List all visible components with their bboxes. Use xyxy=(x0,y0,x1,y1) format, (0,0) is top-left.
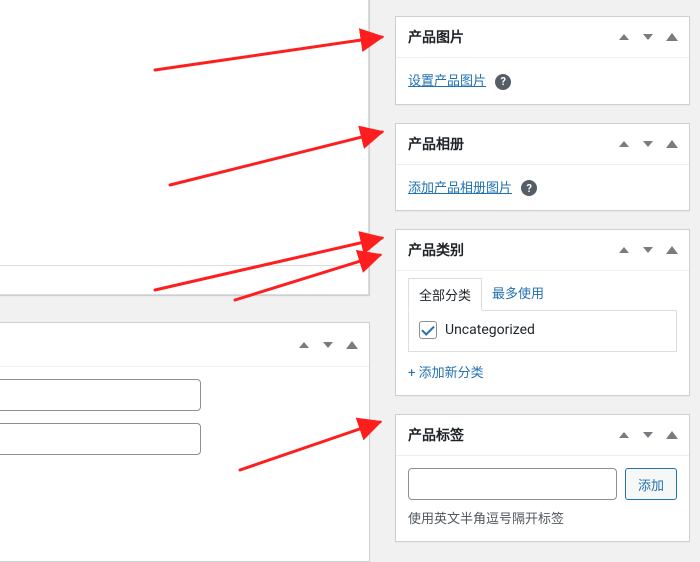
product-categories-title: 产品类别 xyxy=(408,240,464,260)
tag-input[interactable] xyxy=(408,468,617,500)
add-gallery-images-link[interactable]: 添加产品相册图片 xyxy=(408,181,512,196)
toggle-icon[interactable] xyxy=(665,428,679,442)
move-down-icon[interactable] xyxy=(641,428,655,442)
add-new-category-link[interactable]: + 添加新分类 xyxy=(408,366,484,381)
product-categories-panel: 产品类别 全部分类 最多使用 Uncategorized xyxy=(395,229,690,396)
set-product-image-link[interactable]: 设置产品图片 xyxy=(408,74,486,89)
move-up-icon[interactable] xyxy=(617,243,631,257)
toggle-icon[interactable] xyxy=(665,137,679,151)
category-label: Uncategorized xyxy=(445,322,535,338)
move-down-icon[interactable] xyxy=(641,30,655,44)
move-up-icon[interactable] xyxy=(617,428,631,442)
product-gallery-panel: 产品相册 添加产品相册图片 ? xyxy=(395,123,690,212)
product-image-panel: 产品图片 设置产品图片 ? xyxy=(395,16,690,105)
main-editor-column xyxy=(0,0,395,530)
help-icon[interactable]: ? xyxy=(521,180,537,196)
secondary-metabox-header xyxy=(0,323,369,367)
tab-all-categories[interactable]: 全部分类 xyxy=(408,278,482,311)
move-up-icon[interactable] xyxy=(297,338,311,352)
category-checkbox[interactable] xyxy=(419,321,437,339)
product-image-title: 产品图片 xyxy=(408,27,464,47)
editor-box xyxy=(0,0,370,296)
product-tags-panel: 产品标签 添加 使用英文半角逗号隔开标签 xyxy=(395,414,690,542)
category-item[interactable]: Uncategorized xyxy=(419,321,666,339)
toggle-icon[interactable] xyxy=(665,243,679,257)
secondary-metabox xyxy=(0,322,370,562)
tag-hint: 使用英文半角逗号隔开标签 xyxy=(408,508,677,527)
help-icon[interactable]: ? xyxy=(495,74,511,90)
move-up-icon[interactable] xyxy=(617,30,631,44)
category-list: Uncategorized xyxy=(408,310,677,352)
tab-popular-categories[interactable]: 最多使用 xyxy=(482,277,554,310)
move-down-icon[interactable] xyxy=(641,137,655,151)
product-gallery-title: 产品相册 xyxy=(408,134,464,154)
generic-text-field-1[interactable] xyxy=(0,379,201,411)
generic-text-field-2[interactable] xyxy=(0,423,201,455)
toggle-icon[interactable] xyxy=(345,338,359,352)
toggle-icon[interactable] xyxy=(665,30,679,44)
move-up-icon[interactable] xyxy=(617,137,631,151)
move-down-icon[interactable] xyxy=(641,243,655,257)
move-down-icon[interactable] xyxy=(321,338,335,352)
product-tags-title: 产品标签 xyxy=(408,425,464,445)
add-tag-button[interactable]: 添加 xyxy=(625,468,677,500)
sidebar-column: 产品图片 设置产品图片 ? 产品相册 xyxy=(395,0,700,530)
